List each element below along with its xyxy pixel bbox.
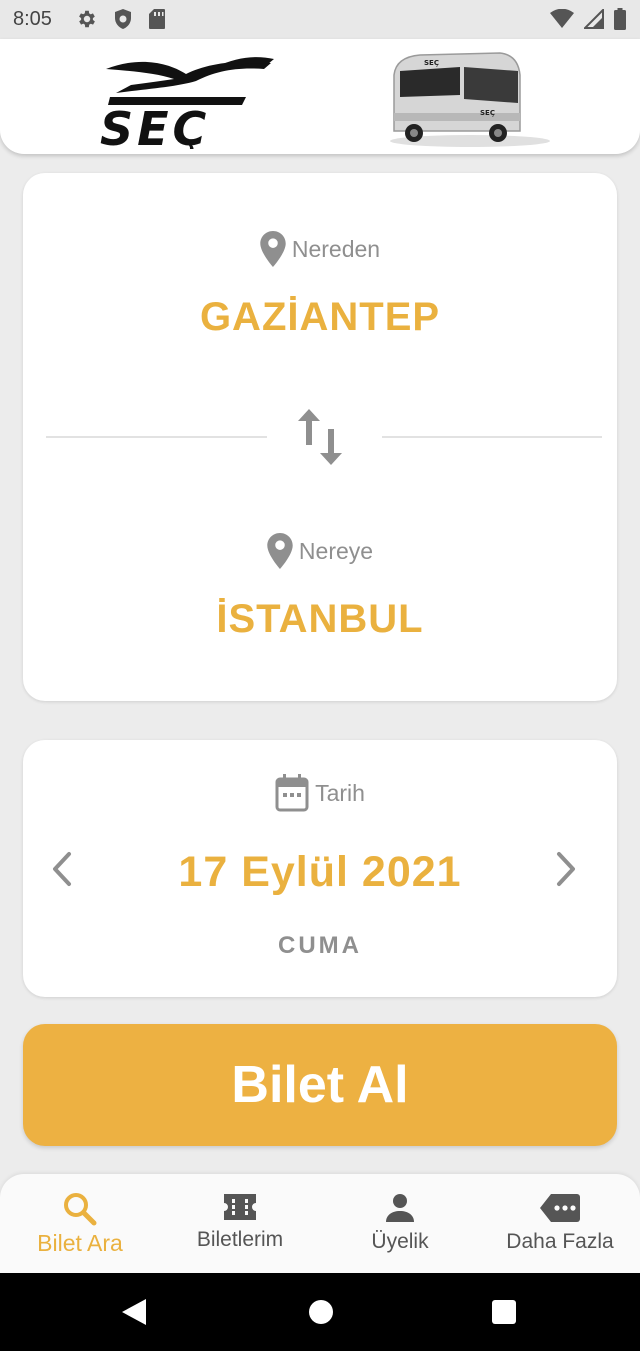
nav-item-daha-fazla[interactable]: Daha Fazla [480,1174,640,1273]
day-of-week: CUMA [278,932,362,959]
nav-item-biletlerim[interactable]: Biletlerim [160,1174,320,1273]
home-icon[interactable] [307,1297,335,1327]
recents-icon[interactable] [490,1297,518,1327]
system-nav-bar [0,1273,640,1351]
gear-icon [79,10,95,28]
more-label-icon [540,1194,580,1222]
date-label: Tarih [315,779,365,806]
bus-image: SEÇ SEÇ [390,52,550,147]
nav-label-daha-fazla: Daha Fazla [506,1230,614,1253]
divider-right [382,436,602,438]
to-label-row[interactable]: Nereye [23,533,617,569]
nav-item-bilet-ara[interactable]: Bilet Ara [0,1174,160,1273]
search-icon [64,1193,97,1226]
chevron-right-icon[interactable] [553,850,579,888]
to-label: Nereye [298,537,374,564]
nav-label-uyelik: Üyelik [371,1230,429,1253]
ticket-icon [224,1194,256,1220]
from-label: Nereden [291,235,381,262]
swap-icon[interactable] [295,407,345,467]
status-bar: 8:05 [0,0,640,39]
nav-label-biletlerim: Biletlerim [196,1228,284,1251]
svg-text:SEÇ: SEÇ [100,102,210,149]
bus-front-logo-text: SEÇ [480,109,495,117]
back-icon[interactable] [120,1297,148,1327]
route-card: Nereden GAZİANTEP Nereye İSTANBUL [23,173,617,701]
battery-icon [614,8,626,30]
wifi-icon [550,9,574,28]
bottom-nav: Bilet Ara Biletlerim Üyelik Daha Fazla [0,1174,640,1273]
person-icon [386,1194,414,1222]
sd-card-icon [149,9,165,29]
date-card: Tarih 17 Eylül 2021 CUMA [23,740,617,997]
status-icons-left [76,8,166,30]
buy-ticket-label: Bilet Al [231,1056,409,1114]
signal-icon [584,9,604,29]
location-pin-icon [267,533,293,569]
company-logo: SEÇ [100,57,274,149]
from-label-row[interactable]: Nereden [23,231,617,267]
status-time: 8:05 [13,8,52,30]
divider-left [46,436,267,438]
app-header: SEÇ SEÇ SEÇ [0,39,640,154]
to-city[interactable]: İSTANBUL [23,597,617,642]
shield-icon [115,9,131,29]
nav-label-bilet-ara: Bilet Ara [37,1230,123,1256]
nav-item-uyelik[interactable]: Üyelik [320,1174,480,1273]
calendar-icon [275,774,309,812]
location-pin-icon [260,231,286,267]
status-icons-right [550,8,626,30]
bus-logo-text: SEÇ [424,59,439,67]
buy-ticket-button[interactable]: Bilet Al [23,1024,617,1146]
date-label-row: Tarih [23,774,617,812]
date-value[interactable]: 17 Eylül 2021 [23,848,617,897]
from-city[interactable]: GAZİANTEP [23,295,617,340]
